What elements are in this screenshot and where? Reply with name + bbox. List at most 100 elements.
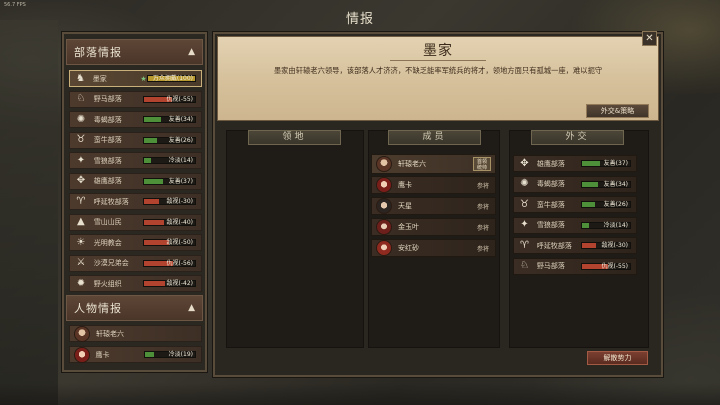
flame-icon: ✹ — [76, 277, 86, 289]
tribe-name: 墨家 — [92, 74, 107, 83]
relation-bar: 冷淡(19) — [143, 351, 196, 358]
bull-icon: ♉ — [519, 198, 529, 210]
people-section-title: 人物情报 — [74, 302, 122, 315]
tribe-row[interactable]: ♞ 墨家 ★ 万众拥戴(100) — [69, 70, 202, 87]
sun-icon: ☀ — [76, 236, 86, 248]
people-section-header[interactable]: 人物情报 ▲ — [66, 295, 203, 321]
map-edge-strip — [0, 20, 58, 405]
member-role: 参将 — [476, 203, 489, 211]
diplomacy-row[interactable]: ♈ 呼延牧部落 敌视(-30) — [513, 237, 637, 254]
relation-bar: 友善(34) — [581, 180, 631, 188]
bull-icon: ♉ — [76, 134, 86, 145]
relation-label: 敌视(-42) — [166, 280, 194, 287]
title-divider — [390, 60, 486, 61]
tribe-row[interactable]: ♈ 呼延牧部落 敌视(-30) — [69, 193, 202, 210]
person-name: 轩辕老六 — [96, 329, 124, 338]
avatar — [376, 156, 392, 172]
member-role: 参将 — [476, 245, 489, 253]
avatar — [74, 325, 90, 342]
relation-bar: 友善(26) — [581, 201, 631, 208]
tribe-name: 野马部落 — [93, 95, 122, 103]
close-icon[interactable]: ✕ — [642, 31, 657, 46]
diplomacy-column-header: 外交 — [531, 130, 624, 145]
tribe-name: 雪山山民 — [93, 218, 122, 226]
tribes-section-header[interactable]: 部落情报 ▲ — [66, 39, 203, 65]
relation-label: 友善(34) — [168, 116, 194, 123]
member-role: 参将 — [476, 224, 489, 232]
relation-label: 仇视(-56) — [166, 259, 194, 267]
avatar — [376, 240, 392, 256]
diplomacy-row[interactable]: ✺ 毒蝎部落 友善(34) — [513, 175, 637, 193]
ram-icon: ♈ — [519, 239, 529, 251]
screen-title: 情报 — [345, 12, 374, 27]
tribe-row[interactable]: ✥ 雄鹰部落 友善(37) — [69, 172, 202, 190]
tribe-name: 野火组织 — [93, 279, 122, 288]
avatar — [74, 346, 90, 363]
person-row[interactable]: 轩辕老六 — [69, 325, 202, 342]
eagle-icon: ✥ — [76, 175, 86, 186]
tribe-name: 野马部落 — [536, 262, 565, 270]
tribe-row[interactable]: ⚔ 沙漠兄弟会 仇视(-56) — [69, 254, 202, 272]
relation-label: 冷淡(14) — [603, 221, 628, 229]
member-row[interactable]: 金玉叶 参将 — [371, 218, 496, 236]
member-name: 金玉叶 — [398, 223, 419, 231]
bottom-hud-shade — [0, 383, 720, 405]
relation-label: 冷淡(14) — [168, 157, 194, 164]
member-row[interactable]: 轩辕老六 首领 统帅 — [371, 154, 496, 174]
diplomacy-row[interactable]: ♘ 野马部落 仇视(-55) — [513, 257, 637, 275]
tribe-row[interactable]: ☀ 光明教会 敌视(-50) — [69, 234, 202, 251]
member-name: 鹰卡 — [398, 181, 412, 189]
dissolve-faction-button[interactable]: 解散势力 — [587, 351, 648, 365]
relation-label: 友善(37) — [168, 177, 194, 185]
relation-label: 仇视(-55) — [601, 262, 628, 270]
relation-bar: 敌视(-50) — [142, 239, 197, 246]
diplomacy-row[interactable]: ♉ 蛮牛部落 友善(26) — [513, 196, 637, 213]
tribe-row[interactable]: ▲ 雪山山民 敌视(-40) — [69, 213, 202, 231]
relation-bar: 敌视(-30) — [581, 242, 631, 249]
tribe-row[interactable]: ✦ 雪狼部落 冷淡(14) — [69, 152, 202, 169]
mountain-icon: ▲ — [77, 216, 85, 227]
relation-bar: 敌视(-40) — [142, 218, 197, 226]
person-row[interactable]: 鹰卡 冷淡(19) — [69, 346, 202, 363]
relation-bar: 冷淡(14) — [581, 221, 631, 229]
intel-sidebar: 部落情报 ▲ ♞ 墨家 ★ 万众拥戴(100) ♘ 野马部落 仇视(-55) ✺ 毒蝎部落 友善(… — [62, 32, 207, 372]
tribe-name: 雄鹰部落 — [93, 177, 122, 185]
wolf-icon: ✦ — [520, 219, 529, 230]
relation-bar: 友善(26) — [142, 136, 197, 144]
diplomacy-row[interactable]: ✥ 雄鹰部落 友善(37) — [513, 155, 637, 172]
relation-bar: 友善(37) — [142, 177, 197, 185]
tribe-row[interactable]: ✺ 毒蝎部落 友善(34) — [69, 111, 202, 128]
leader-badge: 首领 统帅 — [473, 157, 491, 171]
eagle-icon: ✥ — [520, 157, 529, 169]
chevron-up-icon[interactable]: ▲ — [188, 303, 195, 313]
relation-label: 友善(37) — [603, 160, 628, 167]
scorpion-icon: ✺ — [76, 113, 86, 125]
tribe-name: 雪狼部落 — [93, 156, 122, 165]
tribe-name: 蛮牛部落 — [536, 200, 565, 209]
member-name: 天星 — [398, 202, 412, 210]
wild-horse-icon: ♘ — [519, 260, 529, 271]
relation-bar: 仇视(-56) — [142, 259, 197, 267]
relation-label: 敌视(-30) — [601, 242, 628, 249]
chevron-up-icon[interactable]: ▲ — [188, 47, 195, 57]
relation-bar: 仇视(-55) — [142, 95, 197, 103]
diplomacy-strategy-button[interactable]: 外交&策略 — [586, 104, 649, 118]
tribe-name: 雄鹰部落 — [536, 159, 565, 168]
horse-head-icon: ♞ — [75, 72, 85, 84]
wolf-icon: ✦ — [76, 154, 86, 166]
tribe-name: 呼延牧部落 — [536, 241, 572, 250]
member-role: 参将 — [476, 182, 489, 190]
tribe-name: 毒蝎部落 — [536, 180, 565, 188]
member-row[interactable]: 鹰卡 参将 — [371, 176, 496, 194]
tribe-row[interactable]: ♉ 蛮牛部落 友善(26) — [69, 131, 202, 149]
diplomacy-row[interactable]: ✦ 雪狼部落 冷淡(14) — [513, 216, 637, 234]
member-row[interactable]: 天星 参将 — [371, 197, 496, 215]
scorpion-icon: ✺ — [520, 178, 529, 189]
tribe-row[interactable]: ✹ 野火组织 敌视(-42) — [69, 275, 202, 292]
tribe-row[interactable]: ♘ 野马部落 仇视(-55) — [69, 90, 202, 108]
tribe-name: 光明教会 — [93, 238, 122, 247]
member-row[interactable]: 安红砂 参将 — [371, 239, 496, 257]
relation-label: 敌视(-40) — [166, 218, 194, 226]
relation-bar: 敌视(-30) — [142, 198, 197, 205]
relation-label: 仇视(-55) — [166, 95, 194, 103]
